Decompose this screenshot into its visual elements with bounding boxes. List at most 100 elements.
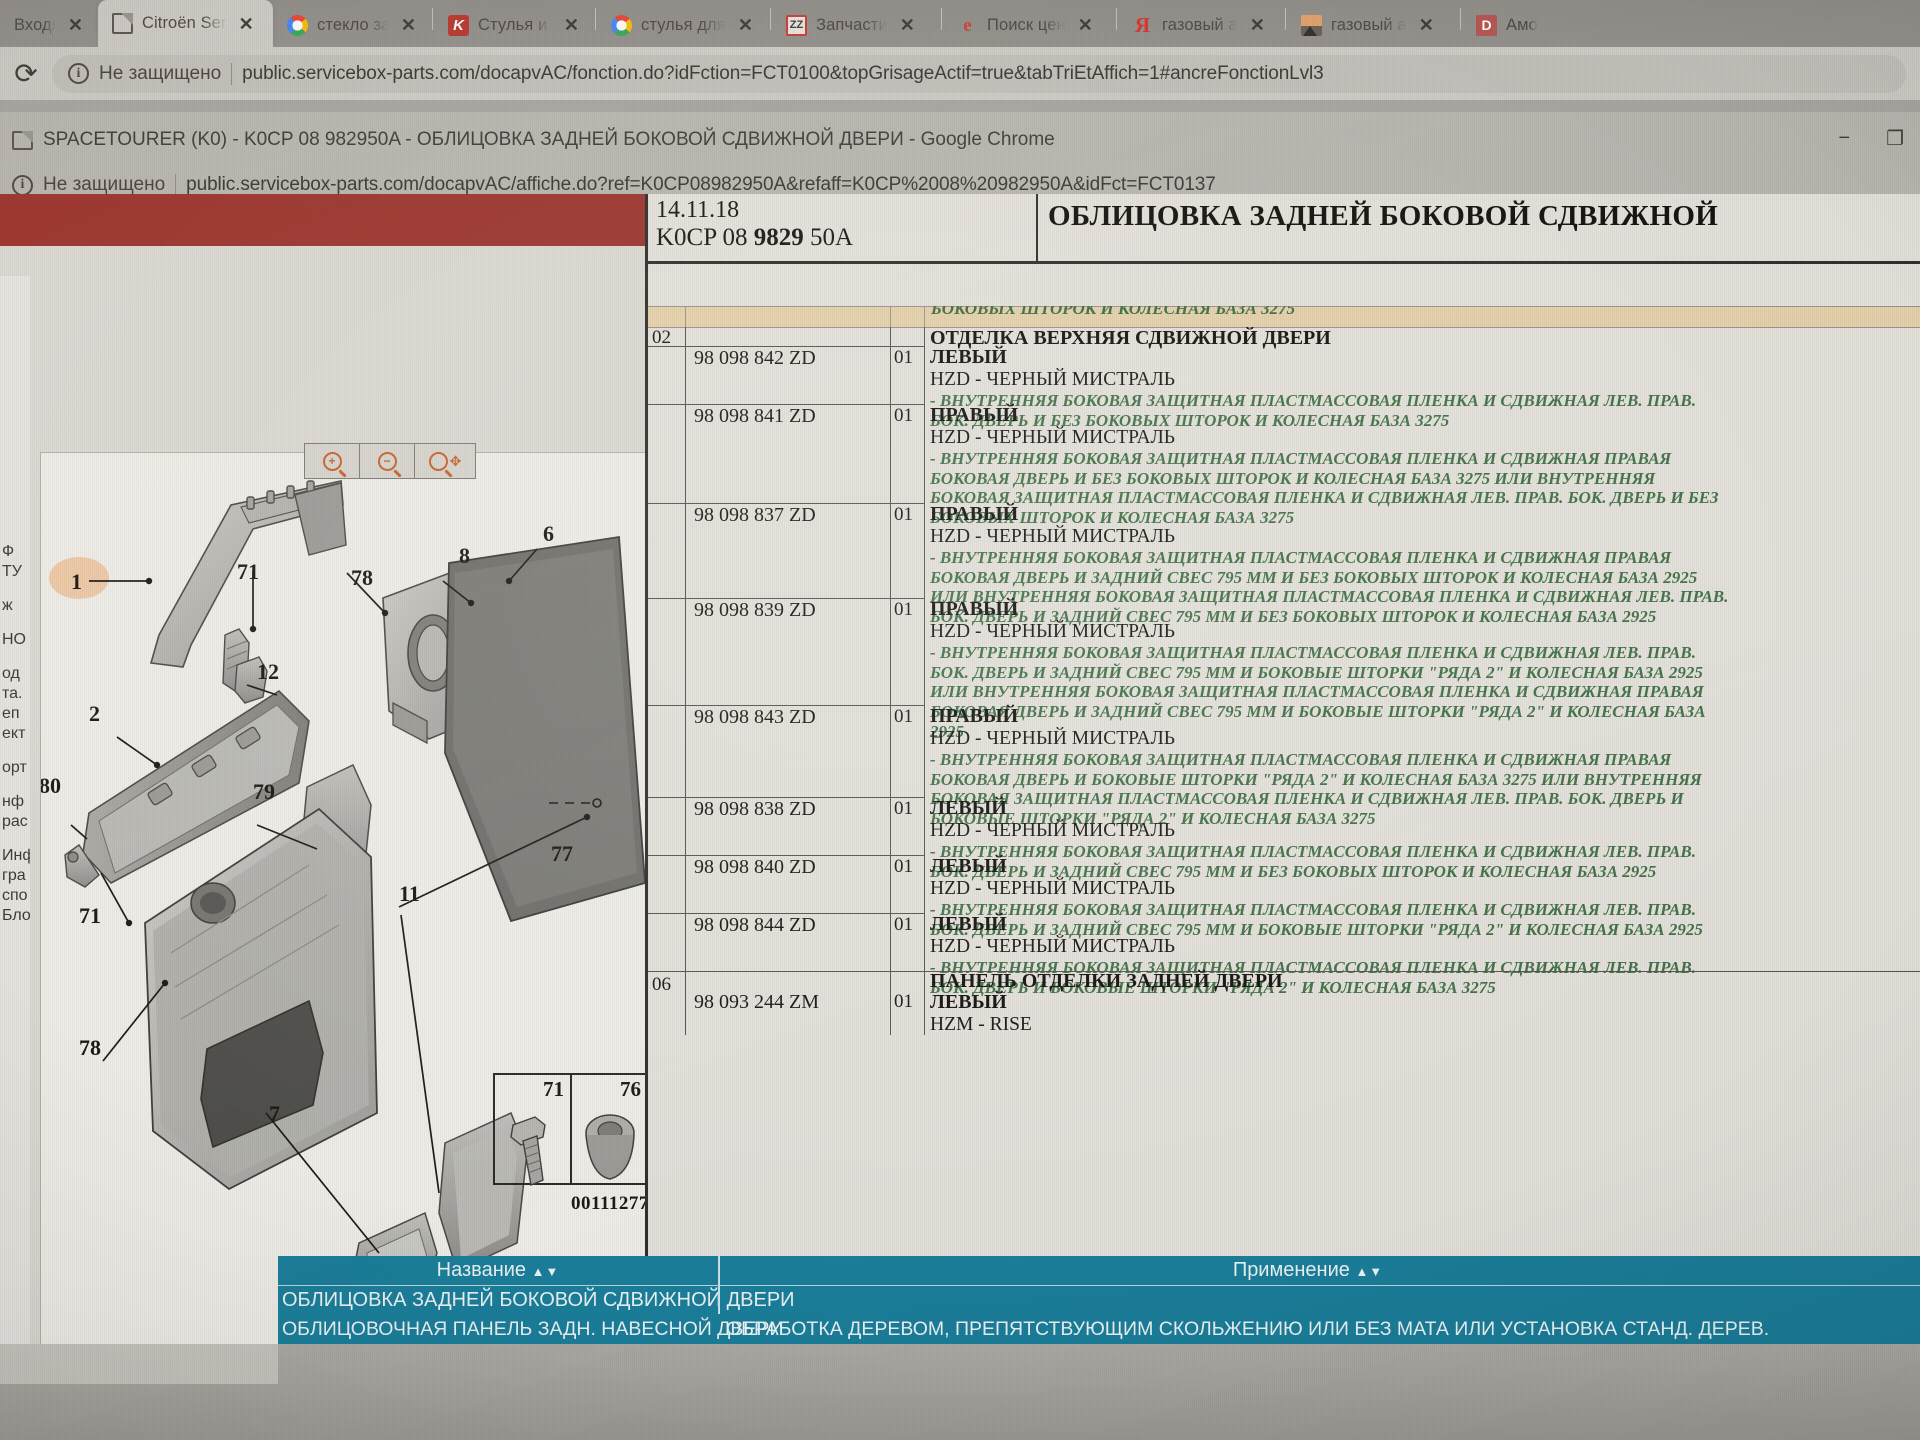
info-icon[interactable]: i	[68, 63, 89, 84]
address-bar[interactable]: i Не защищено public.servicebox-parts.co…	[52, 54, 1906, 93]
sort-arrows-icon[interactable]: ▲▼	[1355, 1264, 1383, 1279]
part-reference: 98 098 844 ZD	[686, 913, 891, 971]
table-row[interactable]: 98 098 838 ZD 01 ЛЕВЫЙ HZD - ЧЕРНЫЙ МИСТ…	[648, 797, 1920, 881]
row-group-cell	[648, 503, 686, 598]
minimize-button[interactable]: −	[1838, 127, 1850, 150]
part-note: БОКОВАЯ ДВЕРЬ И ЗАДНИЙ СВЕС 795 ММ И БЕЗ…	[930, 567, 1698, 587]
browser-tab-5[interactable]: ZZ Запчасти ✕	[772, 3, 940, 47]
browser-tab-4[interactable]: стулья для ✕	[597, 3, 769, 47]
part-color: HZD - ЧЕРНЫЙ МИСТРАЛЬ	[930, 936, 1175, 957]
tab-divider	[432, 7, 433, 30]
page-icon	[112, 13, 133, 34]
tab-close-icon[interactable]: ✕	[1075, 14, 1096, 36]
browser-tab-3[interactable]: K Стулья и к ✕	[434, 3, 594, 47]
divider	[231, 62, 233, 85]
browser-tab-6[interactable]: e Поиск цен ✕	[943, 3, 1115, 47]
reload-icon[interactable]: ⟳	[0, 57, 52, 90]
results-table-header: Название ▲▼ Применение ▲▼	[278, 1255, 1920, 1286]
browser-tab-7[interactable]: Я газовый а ✕	[1118, 3, 1284, 47]
column-header-name[interactable]: Название ▲▼	[278, 1259, 718, 1282]
part-side: ЛЕВЫЙ	[930, 991, 1007, 1013]
row-group-cell	[648, 855, 686, 913]
maximize-button[interactable]: ❐	[1886, 126, 1904, 151]
browser-tab-0[interactable]: Входящ ✕	[0, 3, 98, 47]
part-quantity: 01	[891, 346, 925, 404]
browser-tab-9[interactable]: D Амо	[1462, 3, 1582, 47]
row-group-cell	[648, 913, 686, 971]
browser-tab-8[interactable]: газовый а ✕	[1287, 3, 1459, 47]
browser-tab-1[interactable]: Citroën Ser ✕	[98, 0, 273, 47]
part-note: - ВНУТРЕННЯЯ БОКОВАЯ ЗАЩИТНАЯ ПЛАСТМАССО…	[930, 643, 1696, 662]
part-color: HZD - ЧЕРНЫЙ МИСТРАЛЬ	[930, 728, 1175, 749]
sliver-line: спо	[2, 887, 28, 904]
callout-12: 12	[257, 659, 279, 684]
parts-table-pane: 14.11.18 K0CP 08 9829 50A ОБЛИЦОВКА ЗАДН…	[645, 194, 1920, 1344]
table-row[interactable]: 98 098 842 ZD 01 ЛЕВЫЙ HZD - ЧЕРНЫЙ МИСТ…	[648, 346, 1920, 430]
outer-url-bar: ⟳ i Не защищено public.servicebox-parts.…	[0, 47, 1920, 100]
group-title-cell: ОТДЕЛКА ВЕРХНЯЯ СДВИЖНОЙ ДВЕРИ	[925, 327, 1920, 349]
callout-7: 7	[269, 1101, 280, 1126]
callout-78a: 78	[351, 565, 373, 590]
part-color: HZD - ЧЕРНЫЙ МИСТРАЛЬ	[930, 526, 1175, 547]
column-header-usage[interactable]: Применение ▲▼	[720, 1259, 1920, 1282]
tab-close-icon[interactable]: ✕	[897, 14, 918, 36]
results-table: Название ▲▼ Применение ▲▼ ОБЛИЦОВКА ЗАДН…	[278, 1255, 1920, 1344]
fasteners-inset-box: 71 76	[493, 1073, 649, 1186]
callout-71b: 71	[79, 903, 101, 928]
table-row[interactable]: 98 098 837 ZD 01 ПРАВЫЙ HZD - ЧЕРНЫЙ МИС…	[648, 503, 1920, 626]
parts-rows: 02 ОТДЕЛКА ВЕРХНЯЯ СДВИЖНОЙ ДВЕРИ 98 098…	[648, 327, 1920, 1344]
table-row[interactable]: 98 098 841 ZD 01 ПРАВЫЙ HZD - ЧЕРНЫЙ МИС…	[648, 404, 1920, 527]
part-quantity: 01	[891, 991, 925, 1035]
row-group-cell	[648, 705, 686, 797]
part-color: HZD - ЧЕРНЫЙ МИСТРАЛЬ	[930, 427, 1175, 448]
table-row[interactable]: 98 098 843 ZD 01 ПРАВЫЙ HZD - ЧЕРНЫЙ МИС…	[648, 705, 1920, 828]
result-name: ОБЛИЦОВКА ЗАДНЕЙ БОКОВОЙ СДВИЖНОЙ ДВЕРИ	[282, 1288, 795, 1311]
table-row[interactable]: 98 098 839 ZD 01 ПРАВЫЙ HZD - ЧЕРНЫЙ МИС…	[648, 598, 1920, 741]
results-row-2[interactable]: ОБЛИЦОВОЧНАЯ ПАНЕЛЬ ЗАДН. НАВЕСНОЙ ДВЕРИ…	[278, 1314, 1920, 1344]
callout-79: 79	[253, 779, 275, 804]
popup-window: SPACETOURER (K0) - K0CP 08 982950A - ОБЛ…	[0, 112, 1920, 1440]
part-reference: 98 098 839 ZD	[686, 598, 891, 705]
info-icon[interactable]: i	[12, 174, 33, 196]
sort-arrows-icon[interactable]: ▲▼	[532, 1264, 560, 1279]
browser-tab-2[interactable]: стекло зад ✕	[273, 3, 431, 47]
zoom-fit-button[interactable]: ✥	[414, 443, 476, 479]
tab-close-icon[interactable]: ✕	[1247, 14, 1268, 36]
part-reference: 98 098 840 ZD	[686, 855, 891, 913]
row-group-cell	[648, 797, 686, 855]
tab-close-icon[interactable]: ✕	[561, 14, 582, 36]
sliver-line: та.	[2, 685, 23, 702]
tab-close-icon[interactable]: ✕	[65, 14, 86, 36]
tab-close-icon[interactable]: ✕	[1416, 14, 1437, 36]
part-quantity: 01	[891, 913, 925, 971]
bottom-background-strip	[0, 1344, 1920, 1440]
tab-close-icon[interactable]: ✕	[735, 14, 756, 36]
zoom-out-icon: −	[377, 451, 397, 471]
part-description: ЛЕВЫЙ HZD - ЧЕРНЫЙ МИСТРАЛЬ - ВНУТРЕННЯЯ…	[925, 797, 1920, 881]
col-header-description	[925, 307, 1920, 327]
sliver-line: ж	[2, 597, 13, 614]
tab-close-icon[interactable]: ✕	[398, 14, 419, 36]
table-row[interactable]: 98 098 844 ZD 01 ЛЕВЫЙ HZD - ЧЕРНЫЙ МИСТ…	[648, 913, 1920, 997]
zoom-in-button[interactable]: +	[304, 443, 360, 479]
zoom-out-button[interactable]: −	[359, 443, 415, 479]
part-note: - ВНУТРЕННЯЯ БОКОВАЯ ЗАЩИТНАЯ ПЛАСТМАССО…	[930, 750, 1672, 769]
part-quantity: 01	[891, 503, 925, 598]
group-qty-blank	[891, 971, 925, 991]
part-description: ЛЕВЫЙ HZM - RISE	[925, 991, 1920, 1035]
part-quantity: 01	[891, 797, 925, 855]
table-row[interactable]: 98 093 244 ZM 01 ЛЕВЫЙ HZM - RISE	[648, 991, 1920, 1035]
table-row[interactable]: 98 098 840 ZD 01 ЛЕВЫЙ HZD - ЧЕРНЫЙ МИСТ…	[648, 855, 1920, 939]
result-usage: ОБРАБОТКА ДЕРЕВОМ, ПРЕПЯТСТВУЮЩИМ СКОЛЬЖ…	[726, 1317, 1770, 1340]
group-header-row: 02 ОТДЕЛКА ВЕРХНЯЯ СДВИЖНОЙ ДВЕРИ	[648, 327, 1920, 349]
callout-80: 80	[40, 773, 61, 798]
part-description: ПРАВЫЙ HZD - ЧЕРНЫЙ МИСТРАЛЬ - ВНУТРЕННЯ…	[925, 598, 1920, 741]
group-ref-blank	[686, 971, 891, 991]
group-title: ПАНЕЛЬ ОТДЕЛКИ ЗАДНЕЙ ДВЕРИ	[930, 970, 1283, 992]
part-color: HZD - ЧЕРНЫЙ МИСТРАЛЬ	[930, 369, 1175, 390]
tab-close-icon[interactable]: ✕	[236, 13, 257, 35]
row-group-cell	[648, 404, 686, 503]
sheet-header-left: 14.11.18 K0CP 08 9829 50A	[648, 194, 1038, 261]
tab-divider	[770, 7, 771, 30]
results-row-1[interactable]: ОБЛИЦОВКА ЗАДНЕЙ БОКОВОЙ СДВИЖНОЙ ДВЕРИ	[278, 1286, 1920, 1314]
